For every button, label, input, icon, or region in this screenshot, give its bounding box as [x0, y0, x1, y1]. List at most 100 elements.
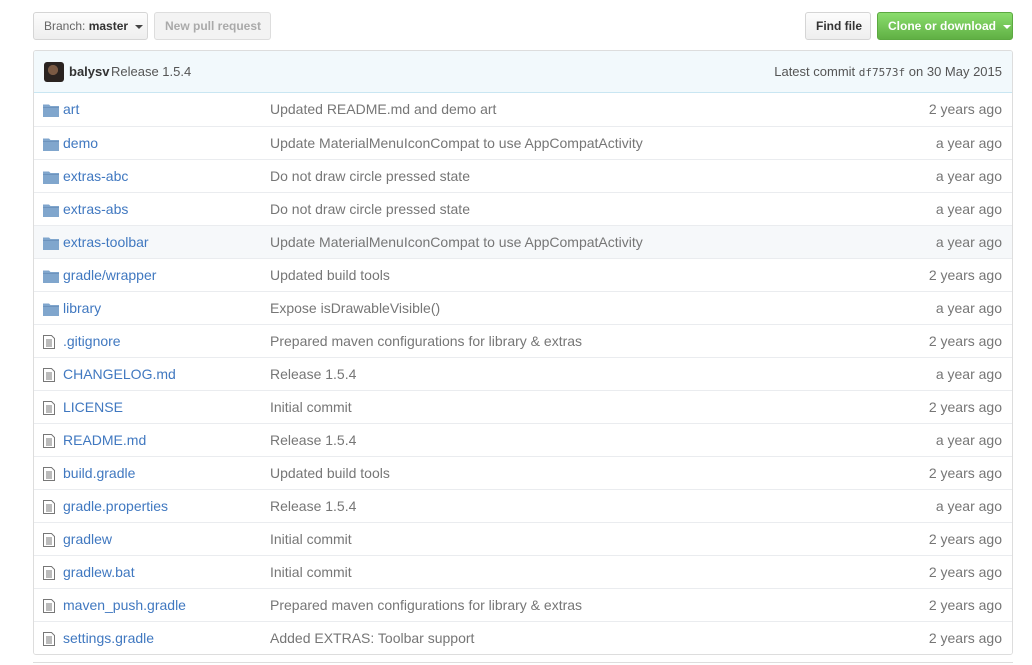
folder-icon	[43, 236, 59, 250]
commit-message-link[interactable]: Update MaterialMenuIconCompat to use App…	[270, 135, 643, 151]
file-name-link[interactable]: settings.gradle	[63, 630, 154, 646]
commit-message-link[interactable]: Initial commit	[270, 564, 352, 580]
commit-age: 2 years ago	[928, 531, 1002, 547]
branch-name: master	[88, 19, 129, 33]
chevron-down-icon	[1003, 24, 1012, 29]
commit-age: a year ago	[935, 135, 1002, 151]
file-icon	[43, 500, 59, 514]
commit-sha[interactable]: df7573f	[859, 66, 905, 79]
commit-age: a year ago	[935, 201, 1002, 217]
clone-download-button[interactable]: Clone or download	[877, 12, 1013, 40]
file-name-link[interactable]: CHANGELOG.md	[63, 366, 176, 382]
file-row[interactable]: extras-abc Do not draw circle pressed sta…	[34, 159, 1012, 192]
commit-age: a year ago	[935, 432, 1002, 448]
latest-commit-label: Latest commit	[774, 64, 856, 79]
commit-message-link[interactable]: Added EXTRAS: Toolbar support	[270, 630, 474, 646]
commit-age: a year ago	[935, 300, 1002, 316]
file-row[interactable]: build.gradle Updated build tools 2 years a…	[34, 456, 1012, 489]
commit-age: a year ago	[935, 498, 1002, 514]
commit-message-link[interactable]: Expose isDrawableVisible()	[270, 300, 440, 316]
file-name-link[interactable]: art	[63, 101, 79, 117]
file-name-link[interactable]: library	[63, 300, 101, 316]
commit-age: 2 years ago	[928, 630, 1002, 646]
commit-message-link[interactable]: Initial commit	[270, 399, 352, 415]
commit-age: 2 years ago	[928, 564, 1002, 580]
file-row[interactable]: settings.gradle Added EXTRAS: Toolbar sup…	[34, 621, 1012, 654]
commit-message-link[interactable]: Release 1.5.4	[270, 498, 356, 514]
commit-message-link[interactable]: Initial commit	[270, 531, 352, 547]
file-name-link[interactable]: demo	[63, 135, 98, 151]
file-name-link[interactable]: gradlew	[63, 531, 112, 547]
file-name-link[interactable]: extras-abs	[63, 201, 128, 217]
file-icon	[43, 533, 59, 547]
latest-commit-bar: balysv Release 1.5.4 Latest commit df757…	[34, 51, 1012, 93]
file-row[interactable]: extras-abs Do not draw circle pressed sta…	[34, 192, 1012, 225]
commit-message-link[interactable]: Update MaterialMenuIconCompat to use App…	[270, 234, 643, 250]
file-icon	[43, 434, 59, 448]
new-pull-request-button[interactable]: New pull request	[154, 12, 271, 40]
file-row[interactable]: gradle.properties Release 1.5.4 a year ago	[34, 489, 1012, 522]
commit-message-link[interactable]: Prepared maven configurations for librar…	[270, 597, 582, 613]
commit-date: on 30 May 2015	[908, 64, 1002, 79]
commit-message-link[interactable]: Updated build tools	[270, 267, 390, 283]
commit-message-link[interactable]: Updated README.md and demo art	[270, 101, 496, 117]
file-name-link[interactable]: maven_push.gradle	[63, 597, 186, 613]
avatar[interactable]	[44, 62, 64, 82]
commit-age: a year ago	[935, 234, 1002, 250]
find-file-button[interactable]: Find file	[805, 12, 871, 40]
file-row[interactable]: extras-toolbar Update MaterialMenuIconCom…	[34, 225, 1012, 258]
folder-icon	[43, 203, 59, 217]
file-name-link[interactable]: extras-toolbar	[63, 234, 149, 250]
file-row[interactable]: art Updated README.md and demo art 2 years…	[34, 93, 1012, 126]
commit-message[interactable]: Release 1.5.4	[111, 64, 191, 79]
file-icon	[43, 467, 59, 481]
file-row[interactable]: .gitignore Prepared maven configurations …	[34, 324, 1012, 357]
file-row[interactable]: demo Update MaterialMenuIconCompat to use…	[34, 126, 1012, 159]
commit-age: 2 years ago	[928, 597, 1002, 613]
folder-icon	[43, 302, 59, 316]
commit-message-link[interactable]: Do not draw circle pressed state	[270, 201, 470, 217]
file-row[interactable]: LICENSE Initial commit 2 years ago	[34, 390, 1012, 423]
commit-age: a year ago	[935, 168, 1002, 184]
commit-message-link[interactable]: Release 1.5.4	[270, 366, 356, 382]
file-name-link[interactable]: LICENSE	[63, 399, 123, 415]
file-row[interactable]: library Expose isDrawableVisible() a year …	[34, 291, 1012, 324]
commit-author[interactable]: balysv	[69, 64, 109, 79]
file-name-link[interactable]: gradle.properties	[63, 498, 168, 514]
file-table: balysv Release 1.5.4 Latest commit df757…	[33, 50, 1013, 655]
file-icon	[43, 632, 59, 646]
file-row[interactable]: README.md Release 1.5.4 a year ago	[34, 423, 1012, 456]
file-name-link[interactable]: .gitignore	[63, 333, 121, 349]
latest-commit-info: Latest commit df7573f on 30 May 2015	[774, 64, 1002, 79]
file-row[interactable]: gradle/wrapper Updated build tools 2 years…	[34, 258, 1012, 291]
commit-age: 2 years ago	[928, 465, 1002, 481]
commit-message-link[interactable]: Release 1.5.4	[270, 432, 356, 448]
folder-icon	[43, 170, 59, 184]
commit-message-link[interactable]: Do not draw circle pressed state	[270, 168, 470, 184]
file-name-link[interactable]: gradle/wrapper	[63, 267, 156, 283]
file-icon	[43, 401, 59, 415]
file-row[interactable]: maven_push.gradle Prepared maven configur…	[34, 588, 1012, 621]
commit-age: a year ago	[935, 366, 1002, 382]
file-name-link[interactable]: build.gradle	[63, 465, 135, 481]
commit-message-link[interactable]: Prepared maven configurations for librar…	[270, 333, 582, 349]
branch-prefix: Branch:	[44, 19, 86, 33]
file-row[interactable]: gradlew.bat Initial commit 2 years ago	[34, 555, 1012, 588]
commit-age: 2 years ago	[928, 101, 1002, 117]
commit-age: 2 years ago	[928, 399, 1002, 415]
file-name-link[interactable]: extras-abc	[63, 168, 128, 184]
file-list: art Updated README.md and demo art 2 years…	[34, 93, 1012, 654]
commit-age: 2 years ago	[928, 333, 1002, 349]
file-icon	[43, 599, 59, 613]
branch-select-button[interactable]: Branch: master	[33, 12, 148, 40]
file-row[interactable]: gradlew Initial commit 2 years ago	[34, 522, 1012, 555]
commit-message-link[interactable]: Updated build tools	[270, 465, 390, 481]
file-name-link[interactable]: gradlew.bat	[63, 564, 135, 580]
divider	[33, 662, 1013, 663]
clone-download-label: Clone or download	[888, 19, 996, 33]
file-icon	[43, 335, 59, 349]
folder-icon	[43, 269, 59, 283]
file-name-link[interactable]: README.md	[63, 432, 146, 448]
file-row[interactable]: CHANGELOG.md Release 1.5.4 a year ago	[34, 357, 1012, 390]
file-icon	[43, 566, 59, 580]
